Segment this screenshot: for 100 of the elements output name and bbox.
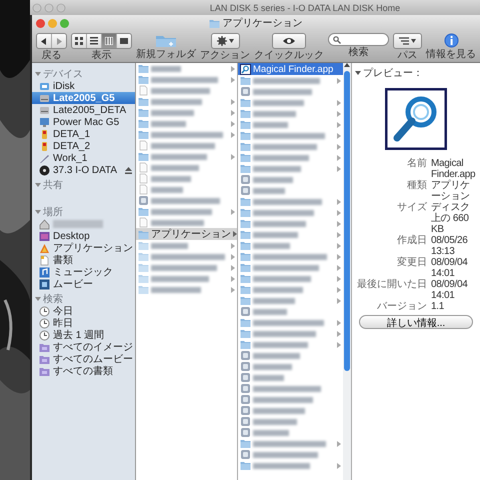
sidebar-item[interactable]: Work_1	[32, 152, 135, 164]
blurred-label	[253, 330, 316, 336]
sidebar-item[interactable]: DETA_1	[32, 128, 135, 140]
column-item[interactable]	[238, 108, 343, 119]
scrollbar[interactable]	[343, 63, 351, 480]
column-item[interactable]	[238, 240, 343, 251]
column-item[interactable]	[136, 63, 237, 74]
column-item[interactable]	[136, 129, 237, 140]
column-item[interactable]	[238, 141, 343, 152]
column-item[interactable]	[238, 196, 343, 207]
column-item[interactable]	[238, 328, 343, 339]
blurred-label	[151, 186, 183, 192]
column-view-button[interactable]	[101, 34, 116, 48]
column-item[interactable]	[136, 96, 237, 107]
column-item[interactable]	[238, 339, 343, 350]
window-controls-icon[interactable]	[35, 18, 71, 28]
folder-icon	[138, 129, 149, 140]
section-heading: 場所	[43, 206, 63, 219]
column-item[interactable]	[238, 75, 343, 86]
sidebar-item[interactable]: DETA_2	[32, 140, 135, 152]
view-switcher[interactable]	[71, 33, 132, 49]
info-label: 種類	[406, 180, 427, 193]
sidebar-item[interactable]: Late2005_G5	[32, 92, 135, 104]
blurred-label	[253, 198, 322, 204]
sidebar-item[interactable]: すべての書類	[32, 365, 135, 377]
sidebar-item[interactable]: アプリケーション	[32, 242, 135, 254]
music-icon	[39, 266, 50, 278]
column-item[interactable]	[238, 460, 343, 471]
column-item[interactable]	[136, 151, 237, 162]
column-item[interactable]	[238, 97, 343, 108]
quick-look-button[interactable]	[272, 33, 306, 49]
folder-icon	[240, 218, 251, 229]
column-item[interactable]	[136, 107, 237, 118]
sidebar-item[interactable]: すべてのイメージ	[32, 341, 135, 353]
column-item[interactable]	[136, 284, 237, 295]
column-item[interactable]	[238, 317, 343, 328]
column-item[interactable]	[136, 206, 237, 217]
column-item[interactable]	[238, 251, 343, 262]
sidebar-item[interactable]: Power Mac G5	[32, 116, 135, 128]
toolbar-label: 新規フォルダ	[136, 49, 196, 60]
info-label: 最後に開いた日	[356, 279, 427, 292]
column-item[interactable]	[238, 218, 343, 229]
folder-icon	[240, 119, 251, 130]
column-item[interactable]	[136, 251, 237, 262]
column-item[interactable]	[238, 262, 343, 273]
blurred-label	[151, 88, 210, 94]
column-item[interactable]: Magical Finder.app	[238, 63, 343, 75]
sidebar-item[interactable]: すべてのムービー	[32, 353, 135, 365]
window-controls-icon[interactable]	[32, 2, 66, 12]
column-item[interactable]	[238, 130, 343, 141]
column-item[interactable]	[238, 284, 343, 295]
folder-icon	[138, 74, 149, 85]
disclosure-icon[interactable]	[355, 70, 361, 76]
new-folder-button[interactable]	[155, 33, 177, 48]
cover-flow-button[interactable]	[116, 34, 131, 48]
sidebar-item[interactable]: iDisk	[32, 80, 135, 92]
blurred-label	[53, 220, 103, 228]
arrow-icon	[231, 208, 235, 214]
eject-icon[interactable]	[125, 166, 132, 174]
search-field[interactable]	[328, 33, 389, 46]
folder-icon	[240, 438, 251, 449]
blurred-label	[151, 286, 201, 292]
column-item[interactable]	[136, 74, 237, 85]
info-button[interactable]	[444, 33, 458, 48]
column-item[interactable]	[238, 295, 343, 306]
sidebar-item[interactable]: ミュージック	[32, 266, 135, 278]
drive-icon	[39, 104, 50, 116]
blurred-label	[151, 76, 218, 82]
back-forward-control[interactable]	[36, 33, 67, 49]
column-item[interactable]	[238, 229, 343, 240]
column-item[interactable]	[136, 240, 237, 251]
path-button[interactable]	[393, 33, 422, 49]
document-icon	[39, 254, 50, 266]
column-item[interactable]: アプリケーション	[136, 228, 237, 240]
blurred-label	[253, 210, 314, 216]
action-button[interactable]	[210, 33, 240, 49]
column-item[interactable]	[238, 207, 343, 218]
column-item[interactable]	[136, 273, 237, 284]
folder-icon	[240, 163, 251, 174]
sidebar-item[interactable]: 37.3 I-O DATA	[32, 164, 135, 176]
column-item[interactable]	[238, 438, 343, 449]
sidebar-item[interactable]: 書類	[32, 254, 135, 266]
sidebar-item[interactable]: 今日	[32, 305, 135, 317]
sidebar-item[interactable]: 過去 1 週間	[32, 329, 135, 341]
toolbar-label: 表示	[92, 50, 112, 61]
more-info-button[interactable]: 詳しい情報...	[359, 315, 473, 329]
column-item[interactable]	[238, 152, 343, 163]
column-item[interactable]	[136, 262, 237, 273]
column-item[interactable]	[238, 163, 343, 174]
sidebar-item[interactable]: Late2005_DETA	[32, 104, 135, 116]
blurred-label	[151, 98, 202, 104]
sidebar-item[interactable]: ムービー	[32, 278, 135, 290]
column-item[interactable]	[136, 118, 237, 129]
cover-icon	[120, 37, 128, 45]
icon-view-button[interactable]	[72, 34, 86, 48]
sidebar-item[interactable]: Desktop	[32, 230, 135, 242]
blurred-label	[253, 232, 298, 238]
sidebar-item[interactable]: 昨日	[32, 317, 135, 329]
column-item[interactable]	[238, 119, 343, 130]
column-item[interactable]	[238, 273, 343, 284]
